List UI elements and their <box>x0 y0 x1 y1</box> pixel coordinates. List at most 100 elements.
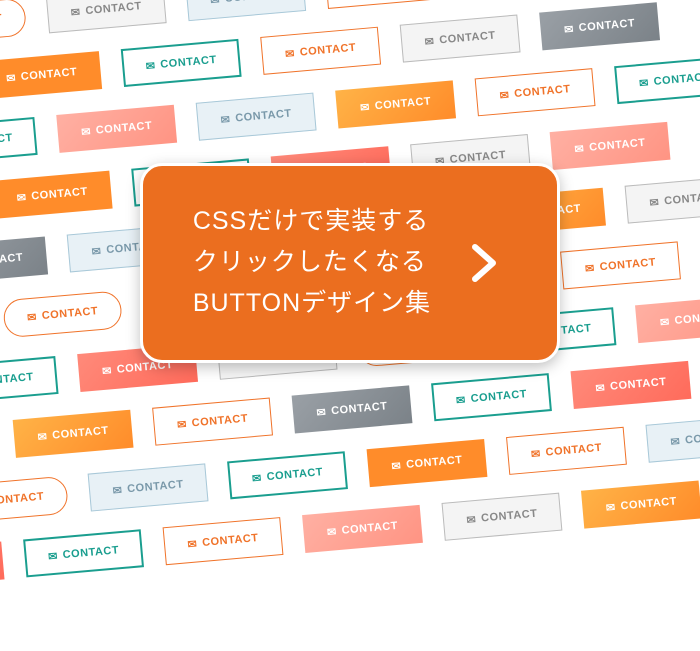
mail-icon: ✉ <box>220 112 231 126</box>
contact-button-label: CONTACT <box>52 425 109 442</box>
contact-button: ✉ CONTACT <box>550 122 671 170</box>
hero-card[interactable]: CSSだけで実装する クリックしたくなる BUTTONデザイン集 <box>140 163 560 363</box>
contact-button: ✉ CONTACT <box>571 361 692 409</box>
contact-button: ✉ CONTACT <box>475 68 596 116</box>
contact-button-label: CONTACT <box>331 400 388 417</box>
mail-icon: ✉ <box>659 315 670 329</box>
mail-icon: ✉ <box>91 244 102 258</box>
hero-line-2: クリックしたくなる <box>193 248 427 276</box>
contact-button: ✉ CONTACT <box>46 0 167 33</box>
contact-button: ✉ CONTACT <box>121 39 242 87</box>
contact-button-label: CONTACT <box>0 371 34 388</box>
mail-icon: ✉ <box>574 142 585 156</box>
mail-icon: ✉ <box>102 364 113 378</box>
contact-button-label: CONTACT <box>235 108 292 125</box>
mail-icon: ✉ <box>70 5 81 19</box>
contact-button-label: CONTACT <box>470 388 527 405</box>
contact-button-label: CONTACT <box>545 442 602 459</box>
hero-line-1: CSSだけで実装する <box>193 207 429 235</box>
contact-button-label: CONTACT <box>266 466 323 483</box>
contact-button: ✉CONTACT <box>185 0 306 21</box>
contact-button: ✉ CONTACT <box>0 171 113 219</box>
mail-icon: ✉ <box>16 190 27 204</box>
mail-icon: ✉ <box>584 261 595 275</box>
contact-button-label: CONTACT <box>620 495 677 512</box>
contact-button-label: CONTACT <box>578 17 635 34</box>
mail-icon: ✉ <box>326 525 337 539</box>
mail-icon: ✉ <box>360 100 371 114</box>
contact-button: ✉ CONTACT <box>560 241 681 289</box>
contact-button-label: CONTACT <box>85 0 142 17</box>
contact-button-label: CONTACT <box>41 305 98 322</box>
contact-button: ✉ CONTACT <box>292 385 413 433</box>
contact-button-label: CONTACT <box>589 137 646 154</box>
contact-button: ✉CONTACT <box>539 2 660 50</box>
hero-line-3: BUTTONデザイン集 <box>193 289 431 317</box>
contact-button: ✉CONTACT <box>0 51 102 99</box>
contact-button-label: CONTACT <box>664 190 700 207</box>
mail-icon: ✉ <box>649 195 660 209</box>
mail-icon: ✉ <box>639 76 650 90</box>
mail-icon: ✉ <box>530 447 541 461</box>
mail-icon: ✉ <box>391 459 402 473</box>
contact-button-label: CONTACT <box>299 42 356 59</box>
contact-button-label: CONTACT <box>610 376 667 393</box>
contact-button-label: CONTACT <box>0 12 3 29</box>
mail-icon: ✉ <box>210 0 221 7</box>
hero-title: CSSだけで実装する クリックしたくなる BUTTONデザイン集 <box>193 201 431 325</box>
contact-button-label: CONTACT <box>653 71 700 88</box>
contact-button: ✉CONTACT <box>152 398 273 446</box>
contact-button-label: CONTACT <box>481 508 538 525</box>
contact-button: ✉ CONTACT <box>227 451 348 499</box>
mail-icon: ✉ <box>251 471 262 485</box>
contact-button: ✉ CONTACT <box>302 505 423 553</box>
mail-icon: ✉ <box>187 537 198 551</box>
contact-button: ✉CONTACT <box>0 0 27 46</box>
contact-button-label: CONTACT <box>202 532 259 549</box>
mail-icon: ✉ <box>112 483 123 497</box>
contact-button: ✉CONTACT <box>56 105 177 153</box>
mail-icon: ✉ <box>285 47 296 61</box>
contact-button-label: CONTACT <box>0 491 45 508</box>
mail-icon: ✉ <box>499 88 510 102</box>
contact-button: ✉CONTACT <box>23 529 144 577</box>
contact-button: ✉CONTACT <box>614 56 700 104</box>
contact-button-label: CONTACT <box>514 83 571 100</box>
contact-button: ✉ CONTACT <box>581 480 700 528</box>
contact-button: ✉ CONTACT <box>635 295 700 343</box>
contact-button-label: CONTACT <box>341 520 398 537</box>
contact-button-label: CONTACT <box>0 252 24 269</box>
contact-button-label: CONTACT <box>62 544 119 561</box>
contact-button: ✉CONTACT <box>0 541 5 589</box>
contact-button: ✉CONTACT <box>0 356 59 404</box>
mail-icon: ✉ <box>37 430 48 444</box>
contact-button: ✉CONTACT <box>0 237 48 285</box>
contact-button: ✉ CONTACT <box>163 517 284 565</box>
mail-icon: ✉ <box>424 34 435 48</box>
mail-icon: ✉ <box>595 381 606 395</box>
contact-button: ✉ CONTACT <box>13 410 134 458</box>
contact-button: ✉ CONTACT <box>442 493 563 541</box>
contact-button: ✉CONTACT <box>260 27 381 75</box>
chevron-right-icon <box>459 239 507 287</box>
contact-button-label: CONTACT <box>406 454 463 471</box>
mail-icon: ✉ <box>605 500 616 514</box>
mail-icon: ✉ <box>177 417 188 431</box>
contact-button: ✉CONTACT <box>645 415 700 463</box>
contact-button-label: CONTACT <box>160 54 217 71</box>
contact-button: ✉ CONTACT <box>506 427 627 475</box>
contact-button-label: CONTACT <box>599 256 656 273</box>
contact-button: ✉ CONTACT <box>431 373 552 421</box>
mail-icon: ✉ <box>455 393 466 407</box>
mail-icon: ✉ <box>564 22 575 36</box>
contact-button-label: CONTACT <box>31 186 88 203</box>
mail-icon: ✉ <box>466 513 477 527</box>
mail-icon: ✉ <box>145 59 156 73</box>
mail-icon: ✉ <box>316 405 327 419</box>
contact-button-label: CONTACT <box>224 0 281 5</box>
contact-button: ✉CONTACT <box>0 476 69 524</box>
contact-button: ✉ CONTACT <box>196 93 317 141</box>
contact-button-label: CONTACT <box>439 29 496 46</box>
contact-button-label: CONTACT <box>127 478 184 495</box>
contact-button-label: CONTACT <box>674 310 700 327</box>
